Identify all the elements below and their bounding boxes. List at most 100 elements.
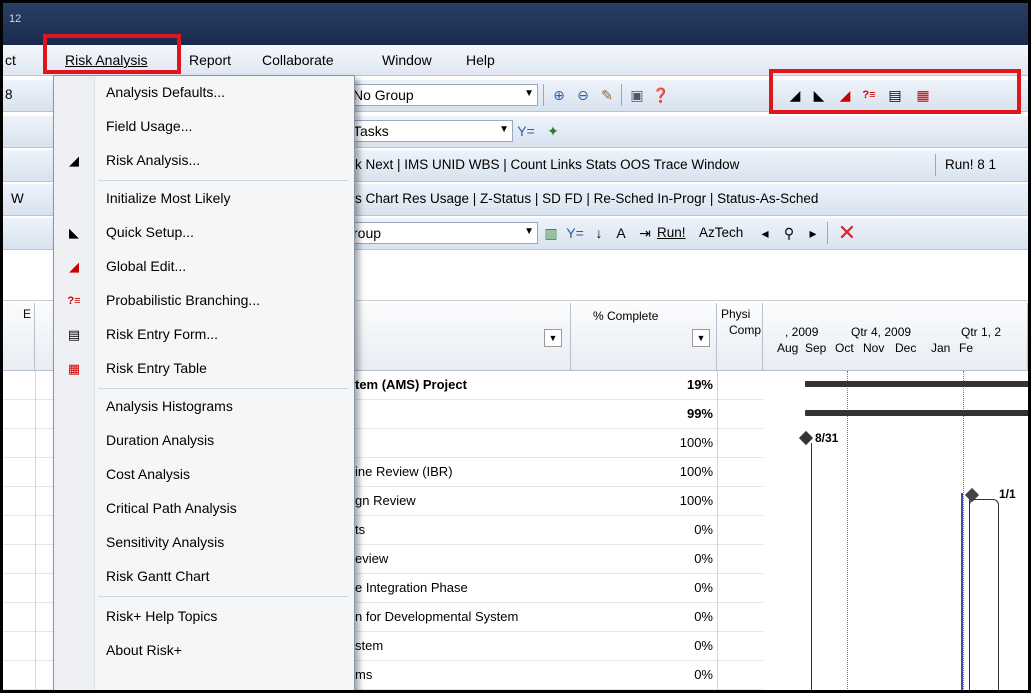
zoom-in-icon[interactable]: ⊕ [549,85,569,105]
menu-item-analysis-histograms[interactable]: Analysis Histograms [54,392,354,422]
milestone-label: 1/1 [999,487,1016,501]
risk-analysis-menu: Analysis Defaults... Field Usage... ◢ Ris… [53,75,355,690]
menu-separator [98,388,348,389]
menu-collaborate[interactable]: Collaborate [262,52,334,68]
menu-item-risk-gantt-chart[interactable]: Risk Gantt Chart [54,562,354,592]
menu-item-cost-analysis[interactable]: Cost Analysis [54,460,354,490]
link-line [811,443,812,690]
pct-complete: 0% [694,609,713,624]
menu-item-label: Risk Analysis... [106,152,201,168]
menu-item-sensitivity-analysis[interactable]: Sensitivity Analysis [54,528,354,558]
arrow-right-icon[interactable]: ▸ [803,223,823,243]
menu-separator [98,180,348,181]
menu-item-risk-entry-form[interactable]: ▤ Risk Entry Form... [54,320,354,350]
menu-item-label: Risk Entry Form... [106,326,219,342]
wizard-icon[interactable]: ✦ [543,121,563,141]
autofilter-icon[interactable]: Y= [516,121,536,141]
chevron-down-icon[interactable]: ▼ [499,124,509,135]
toolbar4-left[interactable]: W [11,191,24,206]
menu-item-analysis-defaults[interactable]: Analysis Defaults... [54,78,354,108]
menu-help[interactable]: Help [466,52,495,68]
physical-complete-header[interactable]: Physi Comp [717,303,763,371]
menu-report[interactable]: Report [189,52,231,68]
link-icon[interactable]: ⚲ [779,223,799,243]
summary-bar[interactable] [805,410,1028,416]
chevron-down-icon[interactable]: ▼ [524,88,534,99]
quick-setup-icon: ◣ [69,225,79,240]
menu-item-quick-setup[interactable]: ◣ Quick Setup... [54,218,354,248]
menu-item-help-topics[interactable]: Risk+ Help Topics [54,602,354,632]
format-painter-icon[interactable]: ✎ [597,85,617,105]
separator [621,84,622,106]
pct-complete: 100% [679,464,713,479]
task-name: ts [355,522,366,537]
menu-item-risk-analysis[interactable]: ◢ Risk Analysis... [54,146,354,176]
task-name: ms [355,667,373,682]
phys-header-label: Physi [721,307,751,321]
menu-item-label: Critical Path Analysis [106,500,237,516]
view-toolbar-buttons[interactable]: s Chart Res Usage | Z-Status | SD FD | R… [355,191,818,206]
task-name: ine Review (IBR) [355,464,453,479]
menu-item-label: Field Usage... [106,118,193,134]
aztech-menu[interactable]: AzTech [699,225,743,240]
table-icon[interactable]: ▥ [541,223,561,243]
group-combo[interactable]: No Group ▼ [348,84,538,106]
menu-window[interactable]: Window [382,52,432,68]
indent-icon[interactable]: ⇥ [635,223,655,243]
pct-complete: 0% [694,638,713,653]
zoom-out-icon[interactable]: ⊖ [573,85,593,105]
separator [935,154,936,176]
risk-menu-highlight [43,34,181,74]
menu-separator [98,596,348,597]
font-icon[interactable]: A [611,223,631,243]
left-header-label: E [23,307,32,321]
run-button-2[interactable]: Run! [657,225,686,240]
pct-complete: 0% [694,522,713,537]
group-combo-2[interactable]: roup ▼ [348,222,538,244]
custom-toolbar-buttons[interactable]: k Next | IMS UNID WBS | Count Links Stat… [355,157,739,172]
menu-item-label: Quick Setup... [106,224,194,240]
chevron-down-icon[interactable]: ▼ [524,226,534,237]
phys-header-label-2: Comp [729,323,762,337]
milestone-label: 8/31 [815,431,839,445]
menu-item-label: Analysis Defaults... [106,84,226,100]
menu-item-duration-analysis[interactable]: Duration Analysis [54,426,354,456]
menu-item-label: Probabilistic Branching... [106,292,261,308]
chevron-down-icon[interactable]: ▼ [692,329,710,347]
pct-complete-header[interactable]: % Complete ▼ [571,303,717,371]
menu-item-label: Initialize Most Likely [106,190,231,206]
menu-item-about[interactable]: About Risk+ [54,636,354,666]
risk-entry-table-icon: ▦ [67,361,81,376]
risk-analysis-icon: ◢ [69,153,79,168]
menu-item-critical-path-analysis[interactable]: Critical Path Analysis [54,494,354,524]
menu-item-risk-entry-table[interactable]: ▦ Risk Entry Table [54,354,354,384]
global-edit-icon: ◢ [69,259,79,274]
menu-item-global-edit[interactable]: ◢ Global Edit... [54,252,354,282]
task-name: eview [355,551,389,566]
branching-icon: ?≡ [67,295,81,307]
menu-item-probabilistic-branching[interactable]: ?≡ Probabilistic Branching... [54,286,354,316]
menu-item-label: Global Edit... [106,258,187,274]
run-button[interactable]: Run! 8 1 [945,157,996,172]
summary-bar[interactable] [805,381,1028,387]
chevron-down-icon[interactable]: ▼ [544,329,562,347]
risk-entry-form-icon: ▤ [67,327,81,342]
task-info-icon[interactable]: ▣ [627,85,647,105]
help-icon[interactable]: ❓ [651,85,671,105]
menu-item-label: Risk Entry Table [106,360,207,376]
pct-complete: 100% [679,435,713,450]
app-window: 12 ct Risk Analysis Report Collaborate W… [0,0,1031,693]
task-name: e Integration Phase [355,580,468,595]
toolbar1-value: 8 [5,87,13,102]
arrow-left-icon[interactable]: ◂ [755,223,775,243]
risk-toolbar-highlight [769,69,1021,114]
menu-project[interactable]: ct [5,52,16,68]
menu-item-label: Duration Analysis [106,432,215,448]
filter-combo[interactable]: Tasks ▼ [348,120,513,142]
menu-item-field-usage[interactable]: Field Usage... [54,112,354,142]
close-icon[interactable]: ✕ [837,222,857,244]
gantt-gridline [847,371,849,690]
autofilter-icon[interactable]: Y= [565,223,585,243]
sort-icon[interactable]: ↓ [589,223,609,243]
menu-item-initialize-most-likely[interactable]: Initialize Most Likely [54,184,354,214]
